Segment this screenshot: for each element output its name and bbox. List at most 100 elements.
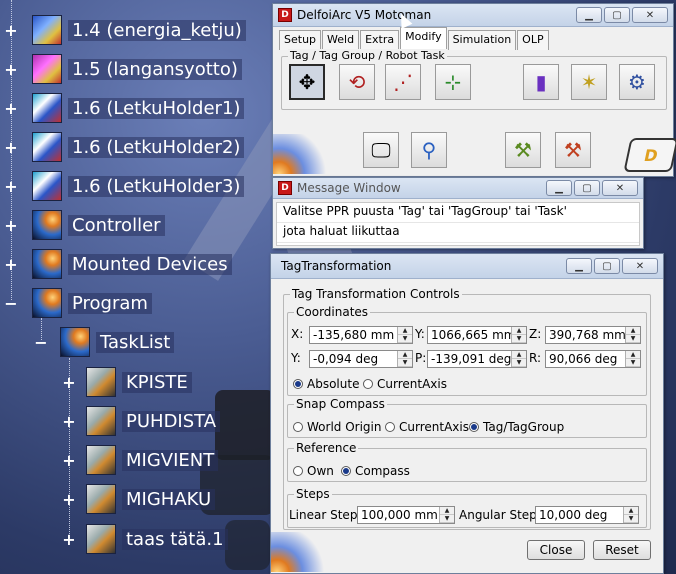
tree-item-taas-tata[interactable]: taas tätä.1 (86, 524, 228, 554)
spin-down-icon[interactable]: ▼ (512, 359, 526, 367)
motoman-titlebar[interactable]: D DelfoiArc V5 Motoman ▁ ▢ ✕ (273, 4, 673, 27)
spin-up-icon[interactable]: ▲ (626, 327, 640, 335)
tree-expand-toggle[interactable]: + (4, 177, 18, 196)
tree-item-energia-ketju[interactable]: 1.4 (energia_ketju) (32, 15, 246, 45)
tree-expand-toggle[interactable]: + (4, 216, 18, 235)
maximize-button[interactable]: ▢ (574, 180, 600, 196)
spin-down-icon[interactable]: ▼ (398, 335, 412, 343)
rotate-tag-tool-button[interactable]: ⟲ (339, 64, 375, 100)
spin-down-icon[interactable]: ▼ (512, 335, 526, 343)
z-coordinate-input[interactable]: 390,768 mm ▲ ▼ (545, 326, 641, 344)
minimize-button[interactable]: ▁ (576, 7, 602, 23)
tree-expand-toggle[interactable]: + (4, 21, 18, 40)
tree-item-mighaku[interactable]: MIGHAKU (86, 484, 216, 514)
spin-up-icon[interactable]: ▲ (440, 507, 454, 515)
tagtrans-titlebar[interactable]: TagTransformation ▁ ▢ ✕ (271, 254, 663, 279)
task-icon (86, 445, 116, 475)
tree-expand-toggle[interactable]: + (62, 412, 76, 431)
spin-down-icon[interactable]: ▼ (626, 359, 640, 367)
teach-screen-tool-button[interactable]: 🖵 (363, 132, 399, 168)
spin-up-icon[interactable]: ▲ (398, 327, 412, 335)
robot-reverse-tool-button[interactable]: ⚒ (555, 132, 591, 168)
snap-tag-group-radio[interactable]: Tag/TagGroup (469, 420, 564, 434)
spin-down-icon[interactable]: ▼ (626, 335, 640, 343)
close-dialog-button[interactable]: Close (527, 540, 585, 560)
radio-label: Compass (355, 464, 410, 478)
current-axis-radio[interactable]: CurrentAxis (363, 377, 447, 391)
tree-expand-toggle[interactable]: + (62, 530, 76, 549)
robot-task-tool-button[interactable]: ▮ (523, 64, 559, 100)
tab-modify[interactable]: Modify (400, 27, 447, 51)
group-legend: Coordinates (294, 305, 371, 319)
linear-step-input[interactable]: 100,000 mm ▲ ▼ (357, 506, 455, 524)
tree-item-controller[interactable]: Controller (32, 210, 165, 240)
tag-settings-tool-button[interactable]: ⚙ (619, 64, 655, 100)
snap-current-axis-radio[interactable]: CurrentAxis (385, 420, 469, 434)
snap-world-origin-radio[interactable]: World Origin (293, 420, 381, 434)
angular-step-input[interactable]: 10,000 deg ▲ ▼ (535, 506, 639, 524)
tab-simulation[interactable]: Simulation (447, 30, 517, 50)
tree-item-tasklist[interactable]: TaskList (60, 327, 175, 357)
minimize-button[interactable]: ▁ (566, 258, 592, 274)
tree-expand-toggle[interactable]: + (62, 490, 76, 509)
tree-item-langansyotto[interactable]: 1.5 (langansyotto) (32, 54, 242, 84)
tag-group-tool-button[interactable]: ⋰ (385, 64, 421, 100)
close-button[interactable]: ✕ (632, 7, 668, 23)
tab-weld[interactable]: Weld (322, 30, 360, 50)
joystick-tool-button[interactable]: ⚲ (411, 132, 447, 168)
tree-expand-toggle[interactable]: + (4, 60, 18, 79)
spin-up-icon[interactable]: ▲ (512, 327, 526, 335)
spin-down-icon[interactable]: ▼ (398, 359, 412, 367)
reference-compass-radio[interactable]: Compass (341, 464, 410, 478)
window-title: Message Window (297, 181, 401, 195)
z-label: Z: (529, 327, 542, 341)
spin-down-icon[interactable]: ▼ (624, 515, 638, 523)
yaw-angle-input[interactable]: -0,094 deg ▲ ▼ (309, 350, 413, 368)
tree-expand-toggle[interactable]: + (4, 99, 18, 118)
absolute-radio[interactable]: Absolute (293, 377, 359, 391)
tree-item-label: TaskList (96, 331, 175, 353)
tree-expand-toggle[interactable]: + (4, 138, 18, 157)
tree-item-letkuholder1[interactable]: 1.6 (LetkuHolder1) (32, 93, 245, 123)
maximize-button[interactable]: ▢ (594, 258, 620, 274)
message-titlebar[interactable]: D Message Window ▁ ▢ ✕ (273, 178, 643, 199)
minimize-button[interactable]: ▁ (546, 180, 572, 196)
robot-jog-tool-button[interactable]: ⚒ (505, 132, 541, 168)
tree-item-letkuholder3[interactable]: 1.6 (LetkuHolder3) (32, 171, 245, 201)
tab-setup[interactable]: Setup (279, 30, 322, 50)
tree-item-program[interactable]: Program (32, 288, 152, 318)
reference-own-radio[interactable]: Own (293, 464, 334, 478)
tab-extra[interactable]: Extra (360, 30, 400, 50)
tree-item-label: PUHDISTA (122, 410, 221, 432)
tree-item-mounted-devices[interactable]: Mounted Devices (32, 249, 232, 279)
tree-item-kpiste[interactable]: KPISTE (86, 367, 192, 397)
maximize-button[interactable]: ▢ (604, 7, 630, 23)
tag-star-tool-button[interactable]: ✶ (571, 64, 607, 100)
tree-collapse-toggle[interactable]: − (34, 333, 48, 352)
close-button[interactable]: ✕ (602, 180, 638, 196)
spin-up-icon[interactable]: ▲ (398, 351, 412, 359)
tree-item-letkuholder2[interactable]: 1.6 (LetkuHolder2) (32, 132, 245, 162)
tree-expand-toggle[interactable]: + (62, 373, 76, 392)
y-label: Y: (415, 327, 425, 341)
spin-up-icon[interactable]: ▲ (512, 351, 526, 359)
tab-olp[interactable]: OLP (517, 30, 549, 50)
tree-expand-toggle[interactable]: + (4, 255, 18, 274)
yaw-angle-value: -0,094 deg (313, 352, 379, 366)
close-button[interactable]: ✕ (622, 258, 658, 274)
pitch-angle-input[interactable]: -139,091 deg ▲ ▼ (427, 350, 527, 368)
roll-angle-input[interactable]: 90,066 deg ▲ ▼ (545, 350, 641, 368)
spin-up-icon[interactable]: ▲ (624, 507, 638, 515)
y-coordinate-input[interactable]: 1066,665 mm ▲ ▼ (427, 326, 527, 344)
spin-up-icon[interactable]: ▲ (626, 351, 640, 359)
tree-item-migvient[interactable]: MIGVIENT (86, 445, 219, 475)
x-coordinate-input[interactable]: -135,680 mm ▲ ▼ (309, 326, 413, 344)
reset-button[interactable]: Reset (593, 540, 651, 560)
tree-expand-toggle[interactable]: + (62, 451, 76, 470)
tree-item-puhdista[interactable]: PUHDISTA (86, 406, 221, 436)
tag-axis-tool-button[interactable]: ⊹ (435, 64, 471, 100)
move-tag-tool-button[interactable]: ✥ (289, 64, 325, 100)
sunrise-decoration (273, 134, 333, 174)
tree-collapse-toggle[interactable]: − (4, 294, 18, 313)
spin-down-icon[interactable]: ▼ (440, 515, 454, 523)
